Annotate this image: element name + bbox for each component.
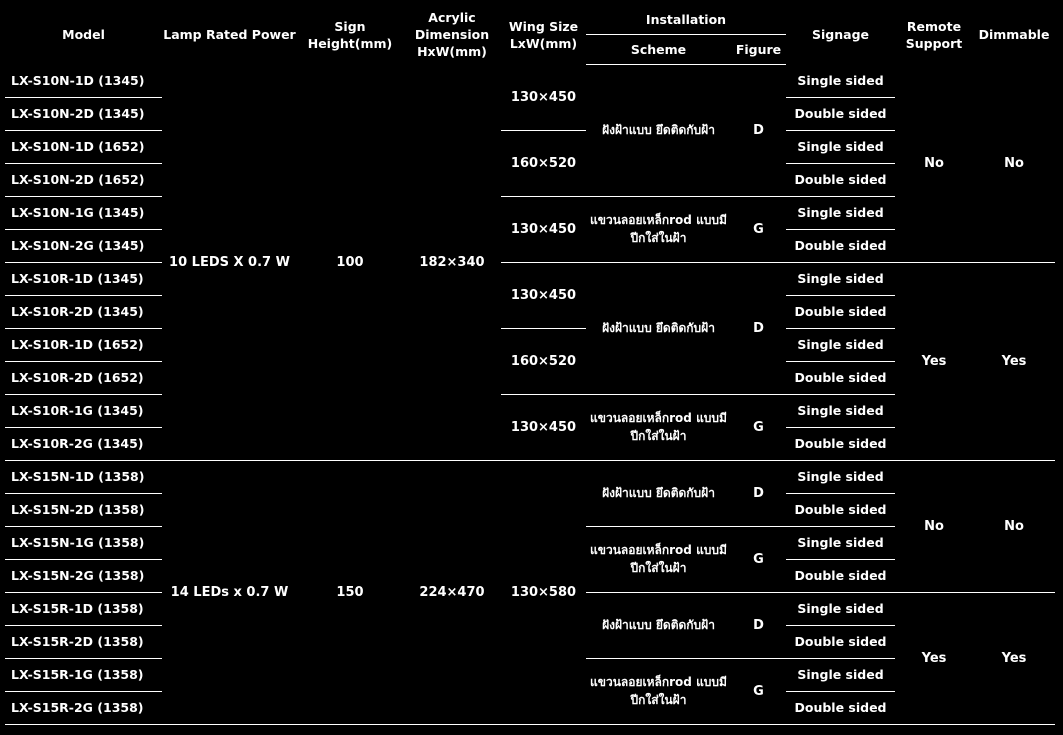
model-cell: LX-S10R-1D (1652) xyxy=(5,328,162,362)
model-cell: LX-S10N-1G (1345) xyxy=(5,196,162,230)
model-cell: LX-S10N-1D (1345) xyxy=(5,64,162,98)
model-cell: LX-S10N-2G (1345) xyxy=(5,229,162,263)
col-header-wing-size: Wing Size LxW(mm) xyxy=(508,18,579,51)
installation-scheme-cell: แขวนลอยเหล็กrod แบบมีปีกใส่ในฝ้า xyxy=(586,196,731,263)
model-cell: LX-S10N-2D (1345) xyxy=(5,97,162,131)
col-header-sign-height: Sign Height(mm) xyxy=(307,18,393,51)
installation-scheme-cell: แขวนลอยเหล็กrod แบบมีปีกใส่ในฝ้า xyxy=(586,394,731,461)
installation-figure-cell: G xyxy=(731,658,786,725)
spec-table: Model Lamp Rated Power Sign Height(mm) A… xyxy=(5,5,1055,725)
installation-figure-cell: G xyxy=(731,196,786,263)
dimmable-cell: No xyxy=(973,64,1055,263)
wing-size-cell: 130×450 xyxy=(501,196,586,263)
col-header-signage: Signage xyxy=(812,27,869,43)
signage-cell: Single sided xyxy=(786,64,895,98)
signage-cell: Double sided xyxy=(786,427,895,461)
signage-cell: Double sided xyxy=(786,163,895,197)
signage-cell: Single sided xyxy=(786,262,895,296)
col-header-scheme: Scheme xyxy=(586,34,731,65)
table-row: LX-S15N-1D (1358) 14 LEDs x 0.7 W 150 224×4… xyxy=(5,460,1055,725)
model-cell: LX-S10R-1D (1345) xyxy=(5,262,162,296)
sign-height-cell: 100 xyxy=(297,64,403,461)
signage-cell: Single sided xyxy=(786,394,895,428)
installation-figure-cell: D xyxy=(731,262,786,395)
model-cell: LX-S10R-2D (1652) xyxy=(5,361,162,395)
model-cell: LX-S15N-2G (1358) xyxy=(5,559,162,593)
installation-figure-cell: D xyxy=(731,460,786,527)
model-cell: LX-S15N-2D (1358) xyxy=(5,493,162,527)
model-cell: LX-S10N-2D (1652) xyxy=(5,163,162,197)
model-cell: LX-S15R-2D (1358) xyxy=(5,625,162,659)
wing-size-cell: 160×520 xyxy=(501,130,586,197)
col-header-dimmable: Dimmable xyxy=(978,27,1050,43)
installation-figure-cell: G xyxy=(731,526,786,593)
remote-support-cell: No xyxy=(895,64,973,263)
model-cell: LX-S10N-1D (1652) xyxy=(5,130,162,164)
installation-scheme-cell: ฝังฝ้าแบบ ยึดติดกับฝ้า xyxy=(586,262,731,395)
wing-size-cell: 160×520 xyxy=(501,328,586,395)
remote-support-cell: No xyxy=(895,460,973,593)
wing-size-cell: 130×450 xyxy=(501,394,586,461)
signage-cell: Single sided xyxy=(786,130,895,164)
remote-support-cell: Yes xyxy=(895,262,973,461)
model-cell: LX-S10R-2G (1345) xyxy=(5,427,162,461)
model-cell: LX-S15N-1G (1358) xyxy=(5,526,162,560)
installation-figure-cell: D xyxy=(731,64,786,197)
remote-support-cell: Yes xyxy=(895,592,973,725)
acrylic-dimension-cell: 224×470 xyxy=(403,460,501,725)
col-header-acrylic-dimension: Acrylic Dimension HxW(mm) xyxy=(414,10,490,60)
col-header-remote-support: Remote Support xyxy=(905,18,963,51)
signage-cell: Double sided xyxy=(786,691,895,725)
model-cell: LX-S15R-1G (1358) xyxy=(5,658,162,692)
installation-scheme-cell: แขวนลอยเหล็กrod แบบมีปีกใส่ในฝ้า xyxy=(586,526,731,593)
dimmable-cell: No xyxy=(973,460,1055,593)
installation-figure-cell: D xyxy=(731,592,786,659)
wing-size-cell: 130×450 xyxy=(501,64,586,131)
col-header-lamp-power: Lamp Rated Power xyxy=(163,27,296,43)
signage-cell: Single sided xyxy=(786,196,895,230)
signage-cell: Double sided xyxy=(786,559,895,593)
signage-cell: Single sided xyxy=(786,526,895,560)
model-cell: LX-S15N-1D (1358) xyxy=(5,460,162,494)
dimmable-cell: Yes xyxy=(973,592,1055,725)
dimmable-cell: Yes xyxy=(973,262,1055,461)
signage-cell: Double sided xyxy=(786,229,895,263)
installation-scheme-cell: ฝังฝ้าแบบ ยึดติดกับฝ้า xyxy=(586,460,731,527)
signage-cell: Single sided xyxy=(786,460,895,494)
model-cell: LX-S15R-2G (1358) xyxy=(5,691,162,725)
table-body: LX-S10N-1D (1345) 10 LEDS X 0.7 W 100 182×3… xyxy=(5,64,1055,725)
signage-cell: Single sided xyxy=(786,328,895,362)
signage-cell: Double sided xyxy=(786,625,895,659)
signage-cell: Double sided xyxy=(786,97,895,131)
model-cell: LX-S10R-1G (1345) xyxy=(5,394,162,428)
wing-size-cell: 130×450 xyxy=(501,262,586,329)
model-cell: LX-S10R-2D (1345) xyxy=(5,295,162,329)
installation-scheme-cell: แขวนลอยเหล็กrod แบบมีปีกใส่ในฝ้า xyxy=(586,658,731,725)
signage-cell: Double sided xyxy=(786,493,895,527)
signage-cell: Double sided xyxy=(786,361,895,395)
model-cell: LX-S15R-1D (1358) xyxy=(5,592,162,626)
lamp-power-cell: 14 LEDs x 0.7 W xyxy=(162,460,297,725)
col-header-figure: Figure xyxy=(731,34,786,65)
col-header-installation: Installation xyxy=(645,12,727,27)
installation-figure-cell: G xyxy=(731,394,786,461)
signage-cell: Single sided xyxy=(786,658,895,692)
signage-cell: Double sided xyxy=(786,295,895,329)
installation-scheme-cell: ฝังฝ้าแบบ ยึดติดกับฝ้า xyxy=(586,592,731,659)
wing-size-cell: 130×580 xyxy=(501,460,586,725)
installation-scheme-cell: ฝังฝ้าแบบ ยึดติดกับฝ้า xyxy=(586,64,731,197)
lamp-power-cell: 10 LEDS X 0.7 W xyxy=(162,64,297,461)
sign-height-cell: 150 xyxy=(297,460,403,725)
table-row: LX-S10N-1D (1345) 10 LEDS X 0.7 W 100 182×3… xyxy=(5,64,1055,461)
acrylic-dimension-cell: 182×340 xyxy=(403,64,501,461)
col-header-model: Model xyxy=(62,27,105,43)
signage-cell: Single sided xyxy=(786,592,895,626)
